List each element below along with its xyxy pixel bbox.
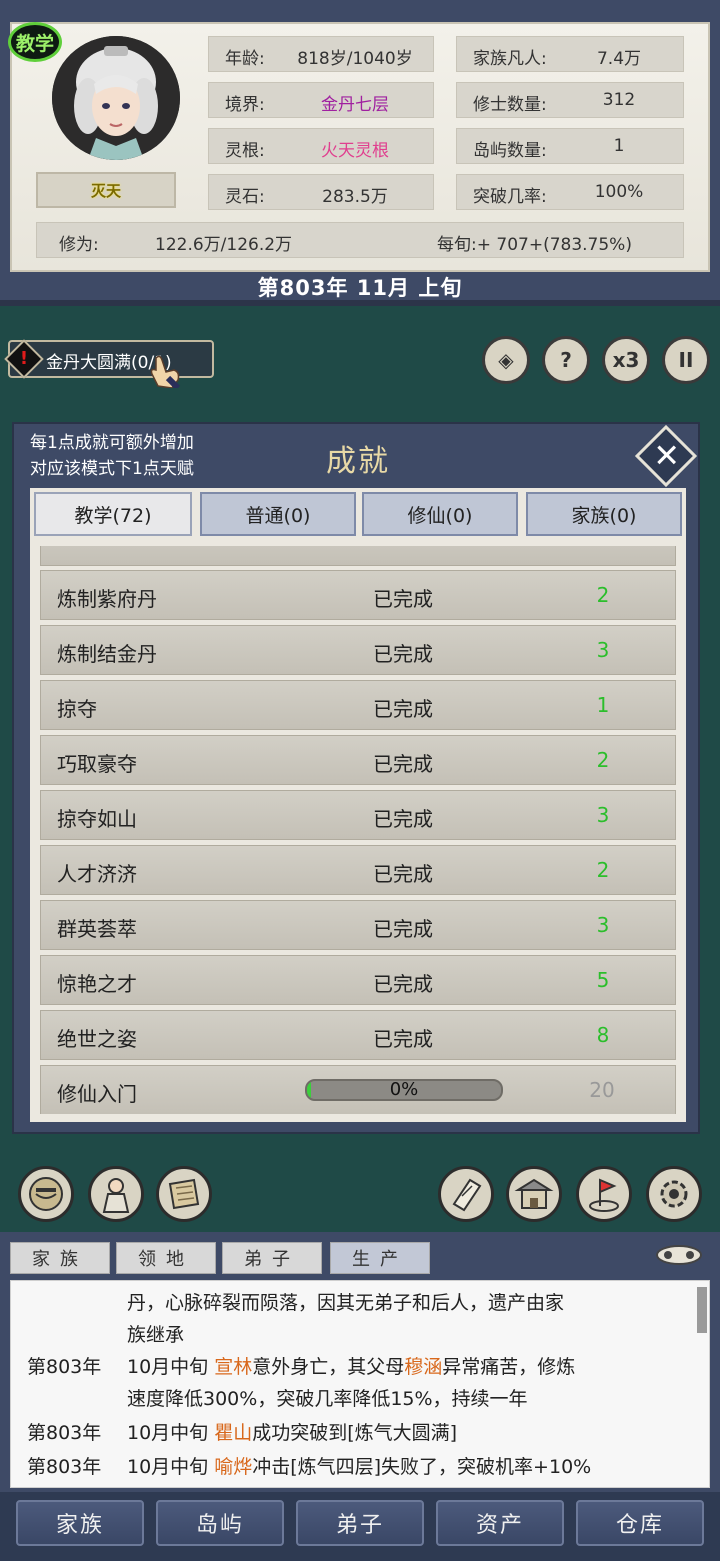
help-icon[interactable]: ?	[542, 336, 590, 384]
game-date: 第803年 11月 上旬	[257, 276, 463, 300]
list-item-in-progress: 修仙入门 0% 20	[40, 1065, 676, 1114]
nav-disciples-button[interactable]: 弟子	[296, 1500, 424, 1546]
clan-crest-icon[interactable]: ◈	[482, 336, 530, 384]
tab-cultivation[interactable]: 修仙(0)	[362, 492, 518, 536]
stat-breakthrough-rate: 突破几率: 100%	[456, 174, 684, 210]
stat-realm: 境界: 金丹七层	[208, 82, 434, 118]
achievement-tabs: 教学(72) 普通(0) 修仙(0) 家族(0)	[34, 492, 682, 536]
current-quest[interactable]: ! 金丹大圆满(0/1)	[4, 339, 214, 388]
temple-icon[interactable]	[506, 1166, 562, 1222]
event-log-panel: 家族 领地 弟子 生产 丹，心脉碎裂而陨落，因其无弟子和后人，遗产由家 族继承 …	[0, 1232, 720, 1492]
close-icon: ✕	[653, 436, 681, 475]
list-item: 群英荟萃 已完成 3	[40, 900, 676, 950]
map-flag-icon[interactable]	[576, 1166, 632, 1222]
per-turn-gain: 每旬:+ 707+(783.75%)	[437, 235, 632, 255]
speed-x3-icon[interactable]: x3	[602, 336, 650, 384]
list-item: 绝世之姿 已完成 8	[40, 1010, 676, 1060]
face-icon[interactable]	[18, 1166, 74, 1222]
list-item	[40, 546, 676, 566]
log-tab-production[interactable]: 生产	[330, 1242, 430, 1274]
log-scrollbar[interactable]	[697, 1287, 707, 1333]
ornament-icon	[656, 1245, 702, 1265]
modal-title: 成就	[326, 444, 390, 479]
header-divider	[0, 300, 720, 306]
achievement-progress-bar: 0%	[305, 1079, 503, 1101]
avatar[interactable]	[52, 36, 180, 160]
mode-badge: 教学	[8, 22, 62, 62]
scroll-icon[interactable]	[156, 1166, 212, 1222]
nav-clan-button[interactable]: 家族	[16, 1500, 144, 1546]
list-item: 炼制紫府丹 已完成 2	[40, 570, 676, 620]
list-item: 惊艳之才 已完成 5	[40, 955, 676, 1005]
nav-assets-button[interactable]: 资产	[436, 1500, 564, 1546]
settings-gear-icon[interactable]	[646, 1166, 702, 1222]
cultivation-bar: 修为: 122.6万/126.2万 每旬:+ 707+(783.75%)	[36, 222, 684, 258]
nav-islands-button[interactable]: 岛屿	[156, 1500, 284, 1546]
tab-teaching[interactable]: 教学(72)	[34, 492, 192, 536]
stat-age: 年龄: 818岁/1040岁	[208, 36, 434, 72]
stat-islands: 岛屿数量: 1	[456, 128, 684, 164]
list-item: 掠夺 已完成 1	[40, 680, 676, 730]
list-item: 巧取豪夺 已完成 2	[40, 735, 676, 785]
log-tab-territory[interactable]: 领地	[116, 1242, 216, 1274]
log-tab-disciples[interactable]: 弟子	[222, 1242, 322, 1274]
alert-icon: !	[4, 339, 44, 379]
stat-spirit-root: 灵根: 火天灵根	[208, 128, 434, 164]
cultivation-value: 122.6万/126.2万	[155, 235, 293, 255]
cultivation-label: 修为:	[59, 235, 99, 255]
pause-icon[interactable]: II	[662, 336, 710, 384]
event-log[interactable]: 丹，心脉碎裂而陨落，因其无弟子和后人，遗产由家 族继承 第803年 10月中旬 …	[10, 1280, 710, 1488]
pointing-hand-icon	[150, 355, 181, 388]
tab-clan[interactable]: 家族(0)	[526, 492, 682, 536]
list-item: 人才济济 已完成 2	[40, 845, 676, 895]
list-item: 炼制结金丹 已完成 3	[40, 625, 676, 675]
ticket-icon[interactable]	[438, 1166, 494, 1222]
log-tab-clan[interactable]: 家族	[10, 1242, 110, 1274]
achievements-modal: 每1点成就可额外增加 对应该模式下1点天赋 成就 ✕ 教学(72) 普通(0) …	[12, 422, 700, 1134]
list-item: 掠夺如山 已完成 3	[40, 790, 676, 840]
achievement-list[interactable]: 炼制紫府丹 已完成 2 炼制结金丹 已完成 3 掠夺 已完成 1 巧取豪夺 已完…	[40, 546, 676, 1114]
stat-mortals: 家族凡人: 7.4万	[456, 36, 684, 72]
disciple-icon[interactable]	[88, 1166, 144, 1222]
tab-normal[interactable]: 普通(0)	[200, 492, 356, 536]
header-panel: 教学 灭天 年龄: 818岁/1040岁 境界: 金丹七层 灵根: 火天灵根 灵…	[0, 0, 720, 300]
stat-cultivators: 修士数量: 312	[456, 82, 684, 118]
avatar-portrait-icon	[52, 36, 180, 160]
player-name: 灭天	[36, 172, 176, 208]
stat-spirit-stones: 灵石: 283.5万	[208, 174, 434, 210]
bottom-nav: 家族 岛屿 弟子 资产 仓库	[0, 1492, 720, 1561]
nav-warehouse-button[interactable]: 仓库	[576, 1500, 704, 1546]
